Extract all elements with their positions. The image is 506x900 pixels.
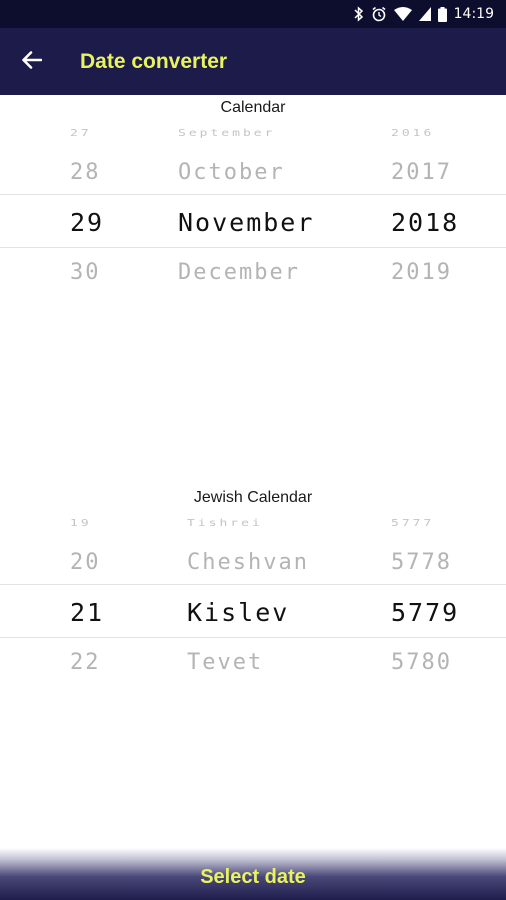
day-option[interactable]: 27 (70, 128, 92, 139)
day-option[interactable]: 20 (70, 550, 101, 575)
status-bar: 14:19 (0, 0, 506, 28)
back-button[interactable] (14, 45, 50, 79)
year-option[interactable]: 2017 (391, 160, 452, 185)
month-selected[interactable]: November (178, 208, 314, 237)
page-title: Date converter (80, 50, 228, 73)
status-icons: 14:19 (354, 0, 494, 28)
year-option[interactable]: 5780 (391, 650, 452, 675)
month-option[interactable]: December (178, 260, 300, 285)
select-date-button[interactable]: Select date (0, 848, 506, 900)
selection-divider-bottom (0, 247, 506, 248)
year-option[interactable]: 5777 (391, 518, 434, 529)
day-option[interactable]: 22 (70, 650, 101, 675)
bluetooth-icon (354, 6, 364, 22)
jewish-calendar-label: Jewish Calendar (193, 489, 313, 506)
day-selected[interactable]: 21 (70, 598, 104, 627)
select-date-label: Select date (200, 865, 306, 888)
month-option[interactable]: Tevet (187, 650, 263, 675)
day-option[interactable]: 28 (70, 160, 101, 185)
selection-divider-top (0, 584, 506, 585)
selection-divider-top (0, 194, 506, 195)
day-selected[interactable]: 29 (70, 208, 104, 237)
back-arrow-icon (22, 51, 43, 73)
year-selected[interactable]: 2018 (391, 208, 459, 237)
day-option[interactable]: 19 (70, 518, 92, 529)
selection-divider-bottom (0, 637, 506, 638)
clock-time: 14:19 (453, 6, 494, 22)
jewish-date-picker: 19 20 21 22 Tishrei Cheshvan Kislev Teve… (0, 512, 506, 692)
battery-icon (437, 6, 447, 22)
alarm-icon (371, 6, 387, 22)
year-option[interactable]: 2019 (391, 260, 452, 285)
month-option[interactable]: Cheshvan (187, 550, 309, 575)
gregorian-date-picker: 27 28 29 30 September October November D… (0, 122, 506, 302)
year-selected[interactable]: 5779 (391, 598, 459, 627)
month-option[interactable]: Tishrei (187, 518, 263, 529)
wifi-icon (393, 7, 412, 21)
app-bar: Date converter (0, 28, 506, 95)
month-option[interactable]: October (178, 160, 285, 185)
day-option[interactable]: 30 (70, 260, 101, 285)
signal-icon (418, 7, 431, 21)
month-selected[interactable]: Kislev (187, 598, 289, 627)
calendar-label: Calendar (220, 99, 286, 116)
year-option[interactable]: 5778 (391, 550, 452, 575)
year-option[interactable]: 2016 (391, 128, 434, 139)
month-option[interactable]: September (178, 128, 275, 139)
